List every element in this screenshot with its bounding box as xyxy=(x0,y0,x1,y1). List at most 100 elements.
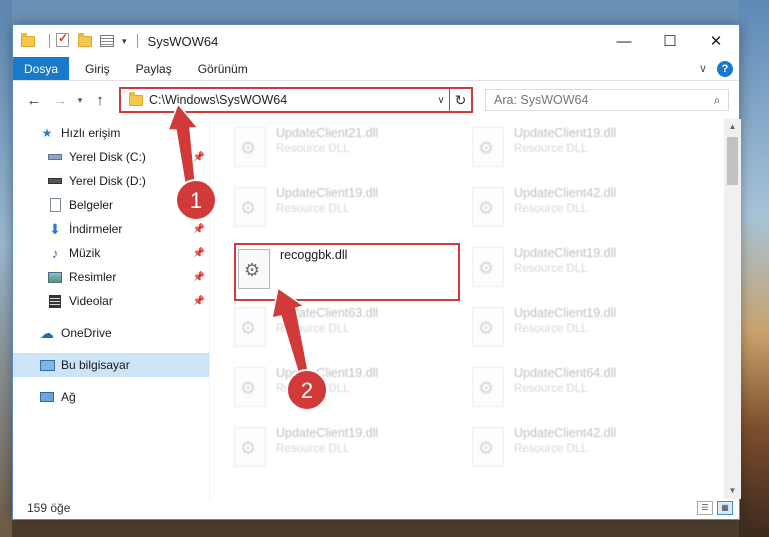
dll-file-icon xyxy=(234,127,266,167)
sidebar-item-music[interactable]: ♪ Müzik 📌 xyxy=(13,241,209,265)
videos-icon xyxy=(47,293,63,309)
dll-file-icon xyxy=(234,307,266,347)
quick-access-dropdown-icon[interactable]: ▾ xyxy=(122,36,127,47)
sidebar-item-network[interactable]: Ağ xyxy=(13,385,209,409)
maximize-button[interactable]: ☐ xyxy=(647,25,693,57)
file-type: Resource DLL xyxy=(276,203,350,215)
file-name: UpdateClient19.dll xyxy=(276,366,379,380)
sidebar-item-videos[interactable]: Videolar 📌 xyxy=(13,289,209,313)
drive-icon xyxy=(47,173,63,189)
file-item[interactable]: UpdateClient19.dll Resource DLL xyxy=(472,305,702,355)
file-item[interactable]: UpdateClient64.dll Resource DLL xyxy=(472,365,702,415)
file-item[interactable]: UpdateClient42.dll Resource DLL xyxy=(472,185,702,235)
tab-view[interactable]: Görünüm xyxy=(188,57,258,80)
details-view-icon[interactable]: ☰ xyxy=(697,501,713,515)
address-dropdown-icon[interactable]: ∨ xyxy=(433,95,449,106)
up-arrow-icon[interactable]: ↑ xyxy=(87,92,113,109)
pin-icon[interactable]: 📌 xyxy=(193,272,205,283)
status-bar: 159 öğe ☰ ▦ xyxy=(13,497,741,519)
sidebar-item-downloads[interactable]: ⬇ İndirmeler 📌 xyxy=(13,217,209,241)
file-type: Resource DLL xyxy=(276,323,350,335)
ribbon-tabs: Dosya Giriş Paylaş Görünüm ∨ ? xyxy=(13,57,739,81)
dll-file-icon xyxy=(472,127,504,167)
sidebar-item-pictures[interactable]: Resimler 📌 xyxy=(13,265,209,289)
search-input[interactable]: Ara: SysWOW64 xyxy=(494,93,706,107)
properties-check-icon[interactable] xyxy=(56,31,72,49)
sidebar-item-label: Müzik xyxy=(69,246,101,260)
computer-icon xyxy=(39,357,55,373)
folder-icon xyxy=(21,33,37,49)
file-item[interactable]: UpdateClient19.dll Resource DLL xyxy=(234,185,464,235)
sidebar-item-onedrive[interactable]: ☁ OneDrive xyxy=(13,321,209,345)
vertical-scrollbar[interactable]: ▲ ▼ xyxy=(724,119,741,499)
scroll-up-arrow-icon[interactable]: ▲ xyxy=(724,119,741,135)
file-list: UpdateClient21.dll Resource DLL UpdateCli… xyxy=(210,119,741,499)
desktop-background-left xyxy=(0,0,12,537)
file-item[interactable]: UpdateClient19.dll Resource DLL xyxy=(472,245,702,295)
search-box[interactable]: Ara: SysWOW64 ⌕ xyxy=(485,89,729,111)
star-icon: ★ xyxy=(41,126,53,140)
file-type: Resource DLL xyxy=(514,443,588,455)
address-bar[interactable]: C:\Windows\SysWOW64 ∨ ↻ xyxy=(119,87,473,113)
window-controls: — ☐ ✕ xyxy=(601,25,739,57)
address-path[interactable]: C:\Windows\SysWOW64 xyxy=(149,93,433,107)
pin-icon[interactable]: 📌 xyxy=(193,152,205,163)
scrollbar-thumb[interactable] xyxy=(727,137,738,185)
close-button[interactable]: ✕ xyxy=(693,25,739,57)
desktop-background-right xyxy=(739,0,769,537)
address-folder-icon xyxy=(129,91,143,106)
file-name: UpdateClient19.dll xyxy=(276,186,379,200)
file-item[interactable]: UpdateClient19.dll Resource DLL xyxy=(472,125,702,175)
sidebar-item-local-disk-c[interactable]: Yerel Disk (C:) 📌 xyxy=(13,145,209,169)
file-type: Resource DLL xyxy=(514,263,588,275)
file-item[interactable]: UpdateClient19.dll Resource DLL xyxy=(234,425,464,475)
file-item[interactable]: UpdateClient19.dll Resource DLL xyxy=(234,365,464,415)
forward-arrow-icon[interactable]: → xyxy=(47,92,73,109)
sidebar-item-label: Videolar xyxy=(69,294,113,308)
dll-file-icon xyxy=(472,427,504,467)
pin-icon[interactable]: 📌 xyxy=(193,248,205,259)
view-toggle: ☰ ▦ xyxy=(697,501,741,515)
file-item[interactable]: UpdateClient21.dll Resource DLL xyxy=(234,125,464,175)
dll-file-icon xyxy=(472,367,504,407)
refresh-icon[interactable]: ↻ xyxy=(449,89,471,111)
tab-share[interactable]: Paylaş xyxy=(126,57,182,80)
window-title: SysWOW64 xyxy=(147,33,219,49)
sidebar-item-local-disk-d[interactable]: Yerel Disk (D:) xyxy=(13,169,209,193)
downloads-icon: ⬇ xyxy=(49,220,61,237)
large-icons-view-icon[interactable]: ▦ xyxy=(717,501,733,515)
drive-icon xyxy=(47,149,63,165)
file-item[interactable]: UpdateClient63.dll Resource DLL xyxy=(234,305,464,355)
pin-icon[interactable]: 📌 xyxy=(193,296,205,307)
network-icon xyxy=(39,389,55,405)
sidebar-item-this-pc[interactable]: Bu bilgisayar xyxy=(13,353,209,377)
file-type: Resource DLL xyxy=(514,383,588,395)
tab-file[interactable]: Dosya xyxy=(13,57,69,80)
recent-locations-chevron-icon[interactable]: ▾ xyxy=(73,95,87,106)
file-type: Resource DLL xyxy=(276,383,350,395)
dll-file-icon xyxy=(472,247,504,287)
file-item[interactable]: UpdateClient42.dll Resource DLL xyxy=(472,425,702,475)
pin-icon[interactable]: 📌 xyxy=(193,224,205,235)
music-icon: ♪ xyxy=(51,245,59,261)
help-icon[interactable]: ? xyxy=(717,60,733,77)
sidebar-item-documents[interactable]: Belgeler 📌 xyxy=(13,193,209,217)
highlight-box xyxy=(234,243,460,301)
dll-file-icon xyxy=(234,187,266,227)
expand-ribbon-chevron-icon[interactable]: ∨ xyxy=(699,62,707,75)
file-type: Resource DLL xyxy=(514,203,588,215)
item-count: 159 öğe xyxy=(27,501,71,515)
sidebar-item-label: Hızlı erişim xyxy=(61,126,121,140)
file-type: Resource DLL xyxy=(514,143,588,155)
tab-home[interactable]: Giriş xyxy=(75,57,120,80)
new-folder-icon[interactable] xyxy=(78,33,94,49)
properties-icon[interactable] xyxy=(100,33,116,49)
sidebar-item-quick-access[interactable]: ★ Hızlı erişim xyxy=(13,121,209,145)
sidebar-item-label: Ağ xyxy=(61,390,76,404)
sidebar-item-label: Yerel Disk (D:) xyxy=(69,174,146,188)
back-arrow-icon[interactable]: ← xyxy=(21,92,47,109)
pin-icon[interactable]: 📌 xyxy=(193,200,205,211)
minimize-button[interactable]: — xyxy=(601,25,647,57)
sidebar-item-label: Belgeler xyxy=(69,198,114,212)
explorer-window: ▾ SysWOW64 — ☐ ✕ Dosya Giriş Paylaş Görü… xyxy=(12,24,741,520)
